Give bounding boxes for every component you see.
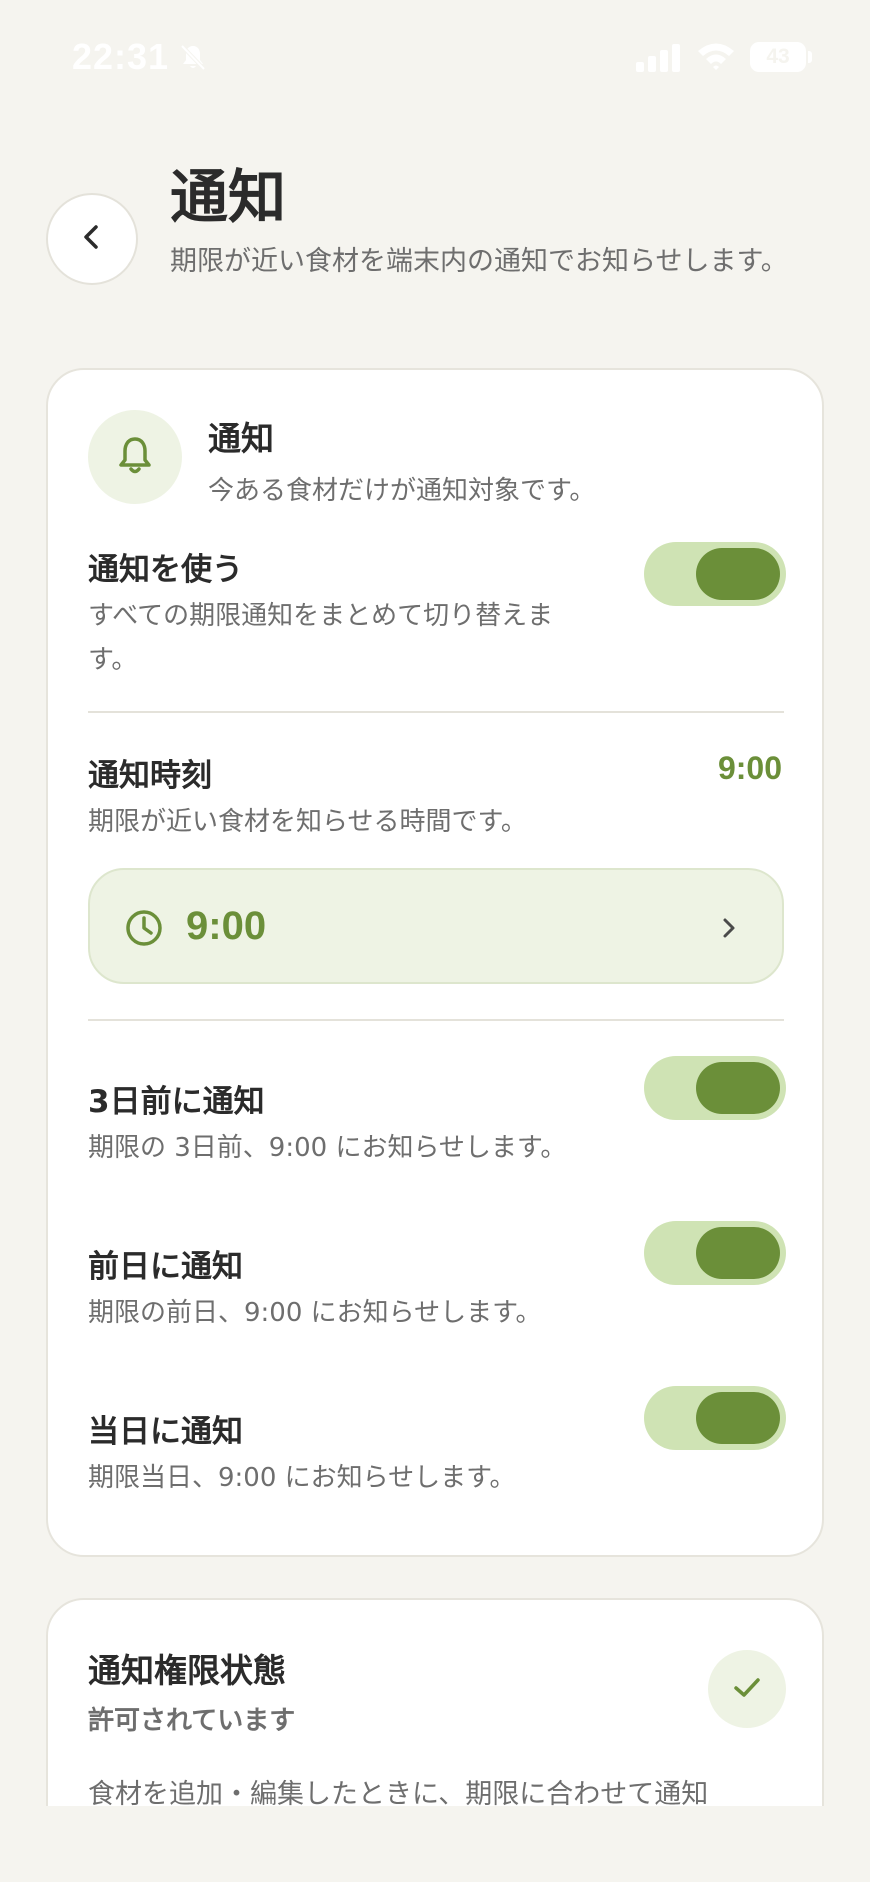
use-notifications-toggle[interactable] (644, 542, 786, 606)
same-day-title: 当日に通知 (88, 1414, 243, 1450)
three-days-before-toggle[interactable] (644, 1056, 786, 1120)
chevron-left-icon (77, 222, 107, 256)
back-button[interactable] (46, 193, 138, 285)
section-description: 今ある食材だけが通知対象です。 (208, 476, 596, 506)
chevron-right-icon (718, 915, 740, 945)
clock-icon (124, 908, 164, 952)
bell-icon (113, 433, 157, 481)
permission-title: 通知権限状態 (88, 1651, 286, 1690)
same-day-description: 期限当日、9:00 にお知らせします。 (88, 1463, 516, 1493)
three-days-before-title: 3日前に通知 (88, 1084, 265, 1120)
bell-slash-icon (178, 42, 208, 76)
divider (88, 1019, 784, 1021)
status-bar: 22:31 43 (0, 0, 870, 116)
notification-settings-card: 通知 今ある食材だけが通知対象です。 通知を使う すべての期限通知をまとめて切り… (46, 368, 824, 1557)
toggle-knob (696, 1392, 780, 1444)
battery-indicator: 43 (750, 42, 806, 72)
section-title: 通知 (208, 419, 274, 458)
use-notifications-title: 通知を使う (88, 552, 243, 588)
check-icon (730, 1670, 764, 1708)
toggle-knob (696, 548, 780, 600)
notification-time-value: 9:00 (717, 750, 782, 786)
day-before-description: 期限の前日、9:00 にお知らせします。 (88, 1298, 542, 1328)
same-day-toggle[interactable] (644, 1386, 786, 1450)
day-before-title: 前日に通知 (88, 1249, 243, 1285)
use-notifications-description: すべての期限通知をまとめて切り替えます。 (88, 601, 554, 675)
day-before-toggle[interactable] (644, 1221, 786, 1285)
permission-status: 許可されています (88, 1706, 296, 1736)
wifi-icon (696, 40, 736, 76)
page-subtitle: 期限が近い食材を端末内の通知でお知らせします。 (170, 246, 788, 277)
status-time: 22:31 (72, 36, 170, 77)
bottom-area (0, 1806, 870, 1882)
bell-icon-circle (88, 410, 182, 504)
page-title: 通知 (170, 163, 287, 231)
time-picker-button[interactable]: 9:00 (88, 868, 784, 984)
battery-nub (808, 51, 812, 63)
three-days-before-description: 期限の 3日前、9:00 にお知らせします。 (88, 1133, 567, 1163)
signal-icon (636, 44, 680, 76)
permission-check-circle (708, 1650, 786, 1728)
time-picker-value: 9:00 (186, 904, 267, 948)
notification-time-title: 通知時刻 (88, 758, 212, 794)
notification-time-description: 期限が近い食材を知らせる時間です。 (88, 807, 527, 837)
toggle-knob (696, 1227, 780, 1279)
toggle-knob (696, 1062, 780, 1114)
divider (88, 711, 784, 713)
